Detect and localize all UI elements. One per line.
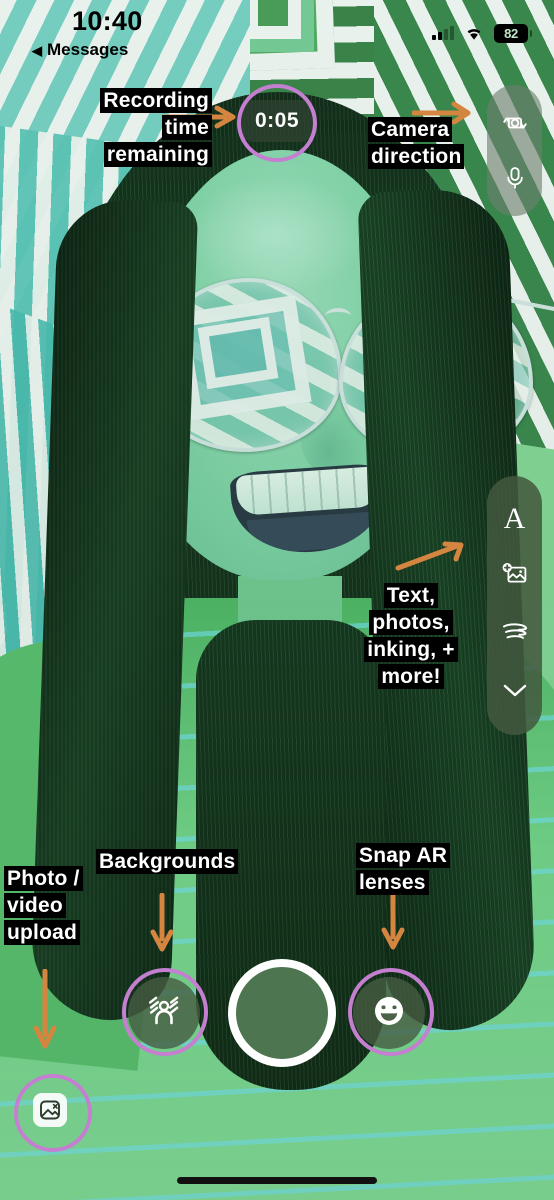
tool-panel: A (487, 476, 542, 735)
microphone-button[interactable] (495, 158, 535, 198)
add-photo-icon (501, 561, 529, 592)
chevron-down-icon (500, 680, 530, 705)
ink-tool-button[interactable] (495, 614, 535, 654)
annotation-recording-line-1: Recording (100, 88, 212, 113)
annotation-upload-line-2: video (4, 892, 66, 918)
annotation-upload-line-3: upload (4, 919, 81, 945)
lens-reflection-2 (197, 316, 279, 390)
annotation-arrow-upload (32, 969, 58, 1051)
annotation-arrow-lenses (380, 889, 406, 951)
status-bar-left: 10:40 ◀ Messages (26, 8, 143, 60)
back-to-messages-link[interactable]: ◀ Messages (32, 40, 128, 60)
back-link-label: Messages (47, 40, 129, 59)
add-photo-button[interactable] (495, 557, 535, 597)
annotation-arrow-backgrounds (149, 893, 175, 953)
annotation-snap-ar-lenses: Snap AR lenses (356, 843, 486, 897)
record-button[interactable] (228, 959, 336, 1067)
highlight-ring-lenses (348, 968, 434, 1056)
annotation-snap-line-2: lenses (356, 869, 429, 895)
status-bar-clock: 10:40 (72, 6, 143, 36)
ink-scribble-icon (500, 620, 530, 649)
annotation-snap-line-1: Snap AR (356, 843, 451, 868)
battery-tip (530, 30, 532, 37)
glasses-bridge (325, 308, 351, 324)
collapse-tool-panel-button[interactable] (495, 672, 535, 712)
annotation-camera-line-1: Camera (368, 117, 453, 142)
annotation-backgrounds: Backgrounds (96, 849, 336, 876)
annotation-recording-line-2: time (162, 114, 212, 140)
wifi-icon (464, 26, 484, 41)
home-indicator (177, 1177, 377, 1184)
camera-flip-button[interactable] (495, 103, 535, 143)
status-bar: 10:40 ◀ Messages 82 (0, 0, 554, 60)
highlight-ring-backgrounds (122, 968, 208, 1056)
status-bar-right: 82 (432, 24, 532, 43)
annotation-text-tools: Text, photos, inking, + more! (352, 583, 470, 691)
annotation-backgrounds-label: Backgrounds (96, 849, 239, 874)
microphone-icon (504, 165, 526, 191)
annotation-text-line-1: Text, (383, 583, 439, 608)
battery-body: 82 (494, 24, 528, 43)
camera-flip-icon (502, 112, 528, 134)
annotation-text-line-3: inking, + (364, 636, 458, 662)
glasses-right-temple (509, 298, 554, 314)
battery-percent-label: 82 (504, 26, 518, 41)
highlight-ring-upload (14, 1074, 92, 1152)
annotation-photo-video-upload: Photo / video upload (4, 866, 100, 947)
highlight-ring-timer (237, 84, 317, 162)
subject-teeth-lines (235, 466, 380, 516)
phone-screen: 10:40 ◀ Messages 82 0:05 A Recording tim… (0, 0, 554, 1200)
annotation-camera-direction: Camera direction (368, 117, 488, 171)
cellular-bars-icon (432, 26, 454, 40)
text-tool-button[interactable]: A (495, 499, 535, 539)
annotation-camera-line-2: direction (368, 143, 465, 169)
annotation-recording-line-3: remaining (103, 141, 212, 167)
battery-icon: 82 (494, 24, 532, 43)
back-chevron-icon: ◀ (32, 42, 42, 58)
annotation-text-line-4: more! (378, 663, 444, 689)
annotation-arrow-text-tools (395, 538, 473, 578)
annotation-upload-line-1: Photo / (4, 866, 83, 891)
annotation-text-line-2: photos, (369, 609, 453, 635)
camera-options-panel (487, 85, 542, 216)
annotation-recording-time: Recording time remaining (42, 88, 212, 169)
text-tool-icon: A (503, 501, 526, 535)
subject-forehead-highlight (185, 175, 365, 295)
